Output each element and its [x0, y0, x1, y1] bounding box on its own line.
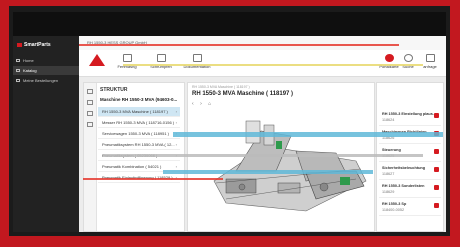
home-view-icon[interactable]: ⌂ — [208, 101, 211, 107]
forward-icon[interactable]: › — [200, 101, 202, 107]
detail-card-number: 118400-0052 — [382, 208, 405, 212]
detail-card-title: Steuerung — [382, 148, 401, 152]
list-icon[interactable] — [87, 111, 93, 116]
sidebar-item-home[interactable]: Home — [13, 56, 79, 65]
chevron-right-icon: › — [175, 109, 177, 114]
viewer-tools: ‹ › ⌂ — [192, 101, 216, 107]
tree-item-label: Messer RH 1550-3 MVA ( 118716-0156 ) — [102, 120, 175, 125]
document-icon — [192, 54, 202, 62]
tree-item-label: Servicewagen 1550-3 MVA ( 118951 ) — [102, 131, 170, 136]
detail-card-title: RH 1550-3 Einstellung plaus.. — [382, 112, 435, 116]
chevron-right-icon: › — [175, 120, 177, 125]
cart-icon[interactable] — [434, 113, 439, 118]
tree-root[interactable]: Maschine RH 1550-3 MVA (94603-0... — [100, 97, 177, 102]
tree-item[interactable]: Pneumatiksystem RH 1550-3 MVA ( 12... › — [98, 140, 180, 150]
inquiry-icon — [425, 54, 435, 62]
viewer-title: RH 1550-3 MVA Maschine ( 118197 ) — [192, 91, 294, 97]
sidebar-item-catalog[interactable]: Katalog — [13, 66, 79, 75]
catalog-icon — [16, 69, 20, 72]
tree-item-label: Pneumatiksystem RH 1550-3 MVA ( 12... — [102, 142, 175, 147]
model-viewer[interactable]: RH 1550-3 MVA Maschine ( 118197 ) RH 155… — [187, 82, 375, 232]
details-panel: RH 1550-3 Einstellung plaus.. 118624 Mas… — [376, 82, 444, 232]
brand-name: SmartParts — [24, 42, 51, 48]
structure-title: STRUKTUR — [100, 87, 128, 93]
filter-icon[interactable] — [87, 100, 93, 105]
structure-icon[interactable] — [87, 89, 93, 94]
cart-icon[interactable] — [434, 185, 439, 190]
vertical-toolbar — [84, 83, 97, 231]
screen-artifact — [103, 154, 423, 157]
portal-icon — [384, 54, 394, 62]
cart-icon[interactable] — [434, 203, 439, 208]
detail-card[interactable]: Sicherheitsbeleuchtung 118627 — [379, 163, 441, 180]
tool-anfrage[interactable]: anfrage — [417, 54, 443, 69]
shrink-icon — [156, 54, 166, 62]
detail-card-title: Sicherheitsbeleuchtung — [382, 166, 426, 170]
tool-dokumentation[interactable]: Dokumentation — [179, 54, 215, 69]
screen-artifact — [83, 178, 223, 180]
detail-card[interactable]: RH 1550-3 Einstellung plaus.. 118624 — [379, 109, 441, 126]
search-icon — [403, 54, 413, 62]
cart-icon[interactable] — [434, 167, 439, 172]
brand: SmartParts — [17, 42, 51, 48]
tree-item[interactable]: RH 1550-3 MVA Maschine ( 118197 ) › — [98, 107, 180, 117]
detail-card[interactable]: RH 1550-3 Sonderlisten 118629 — [379, 181, 441, 198]
tree-item[interactable]: Messer RH 1550-3 MVA ( 118716-0156 ) › — [98, 118, 180, 128]
detail-card-title: RH 1550-3 Sp — [382, 202, 407, 206]
detail-card-title: RH 1550-3 Sonderlisten — [382, 184, 425, 188]
screen-artifact — [163, 170, 373, 174]
cart-icon[interactable] — [434, 149, 439, 154]
brand-logo-icon — [17, 42, 22, 47]
sidebar-item-label: Home — [23, 58, 34, 63]
screen-artifact — [173, 132, 443, 137]
detail-card-number: 118627 — [382, 172, 395, 176]
tree-item-label: Pneumatik Kombination ( 54021 ) — [102, 164, 162, 169]
sidebar: SmartParts Home Katalog Meine Bestellung… — [13, 36, 79, 232]
detail-card-number: 118629 — [382, 190, 395, 194]
tool-schrumpfen[interactable]: Schrumpfen — [143, 54, 179, 69]
tree-item-label: RH 1550-3 MVA Maschine ( 118197 ) — [102, 109, 168, 114]
sidebar-item-label: Katalog — [23, 68, 37, 73]
tree-item[interactable]: Servicewagen 1550-3 MVA ( 118951 )› — [98, 129, 180, 139]
cart-icon — [16, 79, 20, 82]
tool-label: anfrage — [423, 64, 437, 69]
chevron-right-icon: › — [175, 142, 177, 147]
back-icon[interactable]: ‹ — [192, 101, 194, 107]
breadcrumb: RH 1550-3 MVA Maschine ( 118197 ) — [192, 85, 250, 89]
sidebar-item-label: Meine Bestellungen — [23, 78, 59, 83]
screen-artifact — [123, 64, 423, 66]
sidebar-item-orders[interactable]: Meine Bestellungen — [13, 76, 79, 85]
company-logo-icon — [89, 54, 105, 66]
tool-fertmasng[interactable]: Fertmasng — [109, 54, 145, 69]
factory-icon — [122, 54, 132, 62]
structure-panel: STRUKTUR Maschine RH 1550-3 MVA (94603-0… — [83, 82, 185, 232]
download-icon[interactable] — [87, 122, 93, 127]
detail-card[interactable]: RH 1550-3 Sp 118400-0052 — [379, 199, 441, 216]
screen: SmartParts Home Katalog Meine Bestellung… — [13, 12, 446, 232]
screen-artifact — [79, 44, 399, 46]
detail-card-number: 118624 — [382, 118, 395, 122]
machine-3d-model[interactable] — [206, 111, 372, 221]
home-icon — [16, 59, 20, 62]
top-bar — [13, 12, 446, 36]
